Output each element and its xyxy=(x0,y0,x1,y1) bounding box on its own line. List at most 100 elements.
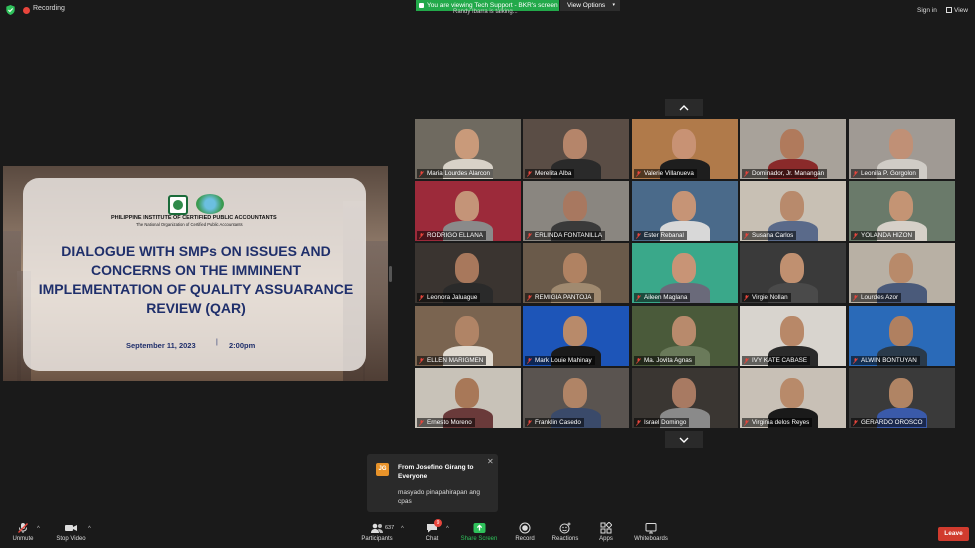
participant-face xyxy=(455,316,479,346)
muted-mic-icon xyxy=(744,295,749,301)
slide-title: DIALOGUE WITH SMPs ON ISSUES AND CONCERN… xyxy=(38,243,354,316)
building-decoration xyxy=(363,241,388,381)
muted-mic-icon xyxy=(527,358,532,364)
muted-mic-icon xyxy=(744,358,749,364)
participant-tile[interactable]: Ma. Jovita Agnas xyxy=(632,306,738,366)
participant-tile[interactable]: Virginia delos Reyes xyxy=(740,368,846,428)
audio-options-caret-icon[interactable]: ^ xyxy=(37,526,40,532)
participant-tile[interactable]: IVY KATE CABASE xyxy=(740,306,846,366)
participant-face xyxy=(455,253,479,283)
participant-face xyxy=(563,316,587,346)
split-view-divider[interactable] xyxy=(389,266,392,282)
participant-tile[interactable]: Israel Domingo xyxy=(632,368,738,428)
participant-tile[interactable]: Susana Carlos xyxy=(740,181,846,241)
muted-mic-icon xyxy=(636,295,641,301)
chat-options-caret-icon[interactable]: ^ xyxy=(446,526,449,532)
meeting-toolbar: Unmute ^ Stop Video ^ Participants 637 ^ xyxy=(0,518,975,548)
share-banner-text: You are viewing Tech Support - BKR's scr… xyxy=(427,2,558,9)
participant-tile[interactable]: ELLEN MARIGMEN xyxy=(415,306,521,366)
close-icon[interactable]: ✕ xyxy=(487,457,494,466)
unmute-label: Unmute xyxy=(12,536,34,542)
chat-notification[interactable]: JG From Josefino Girang to Everyone ✕ ma… xyxy=(367,454,498,512)
participant-tile[interactable]: Merelita Alba xyxy=(523,119,629,179)
whiteboards-button[interactable]: Whiteboards xyxy=(632,522,670,542)
participant-tile[interactable]: ERLINDA FONTANILLA xyxy=(523,181,629,241)
participant-face xyxy=(889,378,913,408)
shared-screen-slide: PHILIPPINE INSTITUTE OF CERTIFIED PUBLIC… xyxy=(3,166,388,381)
chat-button[interactable]: 9 Chat xyxy=(423,519,442,542)
recording-label: Recording xyxy=(33,5,65,12)
leave-button[interactable]: Leave xyxy=(938,527,969,541)
muted-mic-icon xyxy=(419,358,424,364)
muted-mic-icon xyxy=(744,171,749,177)
participant-name: Aileen Maglana xyxy=(634,293,691,302)
top-bar: Recording You are viewing Tech Support -… xyxy=(0,0,975,20)
gallery-scroll-down-button[interactable] xyxy=(665,431,703,448)
active-speaker-text: Randy Ibarra is talking... xyxy=(453,9,518,15)
slide-org-subtitle: The National Organization of Certified P… xyxy=(136,222,243,227)
participant-tile[interactable]: Leonora Jaluague xyxy=(415,243,521,303)
muted-mic-icon xyxy=(636,171,641,177)
participant-tile[interactable]: Ester Rebanal xyxy=(632,181,738,241)
share-screen-label: Share Screen xyxy=(460,536,498,542)
reactions-button[interactable]: Reactions xyxy=(550,522,580,542)
participant-face xyxy=(889,253,913,283)
reactions-label: Reactions xyxy=(551,536,579,542)
muted-mic-icon xyxy=(853,295,858,301)
participant-name: YOLANDA HIZON xyxy=(851,231,916,240)
view-button[interactable]: View xyxy=(946,7,968,14)
participant-tile[interactable]: GERARDO OROSCO xyxy=(849,368,955,428)
participant-tile[interactable]: RODRIGO ELLANA xyxy=(415,181,521,241)
participant-name: REMIGIA PANTOJA xyxy=(525,293,595,302)
view-options-button[interactable]: View Options ▾ xyxy=(560,0,620,11)
participant-name: Franklin Casedo xyxy=(525,418,584,427)
muted-mic-icon xyxy=(419,295,424,301)
chevron-down-icon: ▾ xyxy=(612,2,615,8)
unmute-button[interactable]: Unmute xyxy=(10,522,36,542)
participant-tile[interactable]: Lourdes Azor xyxy=(849,243,955,303)
participant-name: Virginia delos Reyes xyxy=(742,418,813,427)
participant-tile[interactable]: ALWIN BONTUYAN xyxy=(849,306,955,366)
participant-face xyxy=(563,253,587,283)
participant-name: Virgie Nollan xyxy=(742,293,791,302)
muted-mic-icon xyxy=(419,420,424,426)
participant-tile[interactable]: Virgie Nollan xyxy=(740,243,846,303)
participant-face xyxy=(780,316,804,346)
muted-mic-icon xyxy=(853,171,858,177)
zoom-window: Recording You are viewing Tech Support -… xyxy=(0,0,975,548)
video-options-caret-icon[interactable]: ^ xyxy=(88,526,91,532)
participant-face xyxy=(563,191,587,221)
share-screen-button[interactable]: Share Screen xyxy=(460,522,498,542)
muted-mic-icon xyxy=(744,233,749,239)
participant-name: Valerie Villanueva xyxy=(634,169,697,178)
participant-name: GERARDO OROSCO xyxy=(851,418,926,427)
stop-video-button[interactable]: Stop Video xyxy=(54,522,88,542)
participant-face xyxy=(889,191,913,221)
apps-button[interactable]: Apps xyxy=(595,522,617,542)
participant-tile[interactable]: YOLANDA HIZON xyxy=(849,181,955,241)
participant-name: Israel Domingo xyxy=(634,418,690,427)
participant-tile[interactable]: Maria Lourdes Alarcon xyxy=(415,119,521,179)
muted-mic-icon xyxy=(636,233,641,239)
participant-tile[interactable]: Valerie Villanueva xyxy=(632,119,738,179)
muted-mic-icon xyxy=(527,420,532,426)
slide-time: 2:00pm xyxy=(229,341,256,350)
participant-name: Leonora Jaluague xyxy=(417,293,481,302)
participant-tile[interactable]: Mark Louie Mahinay xyxy=(523,306,629,366)
participant-tile[interactable]: Ernesto Moreno xyxy=(415,368,521,428)
gallery-scroll-up-button[interactable] xyxy=(665,99,703,116)
sign-in-link[interactable]: Sign in xyxy=(917,7,937,14)
participant-name: Leonila P. Gorgolon xyxy=(851,169,919,178)
participant-tile[interactable]: REMIGIA PANTOJA xyxy=(523,243,629,303)
participant-face xyxy=(780,253,804,283)
participant-tile[interactable]: Dominador, Jr. Manangan xyxy=(740,119,846,179)
participants-options-caret-icon[interactable]: ^ xyxy=(401,526,404,532)
participant-face xyxy=(455,191,479,221)
participant-tile[interactable]: Aileen Maglana xyxy=(632,243,738,303)
record-button[interactable]: Record xyxy=(512,522,538,542)
participant-face xyxy=(672,316,696,346)
muted-mic-icon xyxy=(853,420,858,426)
participant-tile[interactable]: Leonila P. Gorgolon xyxy=(849,119,955,179)
recording-dot-icon xyxy=(23,7,30,14)
participant-tile[interactable]: Franklin Casedo xyxy=(523,368,629,428)
